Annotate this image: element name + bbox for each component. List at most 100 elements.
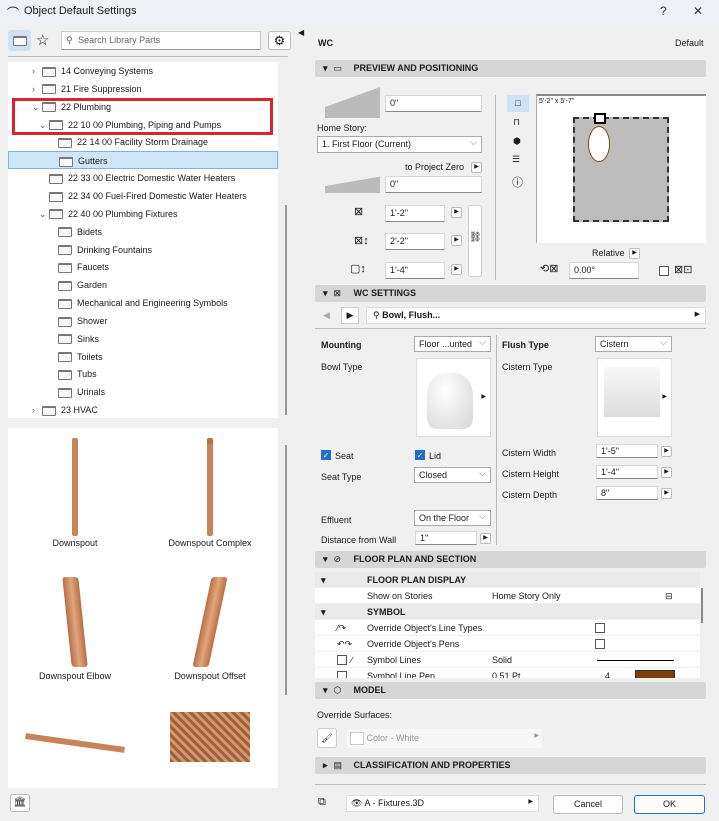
symbol-lines-checkbox[interactable]	[337, 655, 347, 665]
tree-item[interactable]: › 14 Conveying Systems	[8, 62, 278, 80]
bowl-type-picker[interactable]: ▶	[416, 358, 491, 437]
gallery-scrollbar[interactable]	[285, 445, 287, 695]
library-part-thumbnail[interactable]	[10, 565, 140, 670]
symbol-pen-checkbox[interactable]	[337, 671, 347, 678]
override-pens-checkbox[interactable]	[595, 639, 605, 649]
library-manager-button[interactable]: 🏛	[10, 794, 30, 812]
elevation-zero-input[interactable]: 0"	[385, 176, 482, 193]
show-on-stories-row[interactable]: Show on Stories Home Story Only ⊟	[315, 588, 700, 604]
elevation-input[interactable]: 0"	[385, 95, 482, 112]
depth-input[interactable]: 2'-2"	[385, 233, 445, 250]
section-preview-header[interactable]: ▾ ▭ PREVIEW AND POSITIONING	[315, 60, 706, 77]
layer-select[interactable]: 👁 A - Fixtures.3D ▶	[346, 795, 539, 812]
lid-checkbox[interactable]: ✓	[415, 450, 425, 460]
surface-select[interactable]: Color - White ▶	[347, 729, 542, 748]
override-pens-row[interactable]: ↶↷ Override Object's Pens	[315, 636, 700, 652]
tree-item[interactable]: Garden	[8, 276, 278, 294]
cistern-height-input[interactable]: 1'-4"	[596, 465, 658, 479]
folder-view-button[interactable]	[8, 30, 31, 51]
favorites-star-icon[interactable]: ☆	[36, 31, 49, 49]
info-button[interactable]: ⓘ	[512, 174, 523, 190]
prev-page-button[interactable]: ◀	[318, 307, 335, 324]
collapse-panel-arrow[interactable]: ◀	[298, 28, 304, 37]
library-part-thumbnail[interactable]	[10, 700, 140, 805]
page-select[interactable]: ⚲ Bowl, Flush... ▶	[366, 307, 706, 324]
tree-item[interactable]: Mechanical and Engineering Symbols	[8, 294, 278, 312]
angle-input[interactable]: 0.00°	[569, 262, 639, 279]
override-line-types-checkbox[interactable]	[595, 623, 605, 633]
width-arrow[interactable]: ▶	[451, 207, 462, 218]
section-wc-header[interactable]: ▾ ⊠ WC SETTINGS	[315, 285, 706, 302]
tree-item[interactable]: › 23 HVAC	[8, 401, 278, 419]
to-project-zero-arrow[interactable]: ▶	[471, 162, 482, 173]
cistern-height-arrow[interactable]: ▶	[661, 467, 672, 478]
tree-item[interactable]: Drinking Fountains	[8, 241, 278, 259]
section-floorplan-header[interactable]: ▾ ⊘ FLOOR PLAN AND SECTION	[315, 551, 706, 568]
floor-plan-display-group[interactable]: ▾ FLOOR PLAN DISPLAY	[315, 572, 700, 588]
tree-item[interactable]: Toilets	[8, 348, 278, 366]
seat-type-select[interactable]: Closed	[414, 467, 491, 483]
preview-canvas[interactable]: 5'-2" x 5'-7"	[536, 94, 706, 243]
distance-input[interactable]: 1"	[415, 531, 477, 545]
effluent-select[interactable]: On the Floor	[414, 510, 491, 526]
chevron-icon[interactable]: ›	[32, 401, 40, 419]
cistern-type-picker[interactable]: ▶	[597, 358, 672, 437]
section-model-header[interactable]: ▾ ⬡ MODEL	[315, 682, 706, 699]
side-view-button[interactable]: ⊓	[513, 117, 520, 128]
mounting-select[interactable]: Floor ...unted	[414, 336, 491, 352]
tree-item[interactable]: Bidets	[8, 223, 278, 241]
chevron-icon[interactable]: ›	[32, 62, 40, 80]
section-view-button[interactable]: ☰	[512, 154, 520, 165]
override-line-types-row[interactable]: ⁄↷ Override Object's Line Types	[315, 620, 700, 636]
symbol-group[interactable]: ▾ SYMBOL	[315, 604, 700, 620]
library-part-thumbnail[interactable]	[145, 432, 275, 537]
next-page-button[interactable]: ▶	[341, 307, 359, 324]
seat-checkbox[interactable]: ✓	[321, 450, 331, 460]
height-arrow[interactable]: ▶	[451, 264, 462, 275]
relative-arrow[interactable]: ▶	[629, 248, 640, 259]
tree-item[interactable]: ⌄ 22 40 00 Plumbing Fixtures	[8, 205, 278, 223]
tree-item[interactable]: 22 33 00 Electric Domestic Water Heaters	[8, 169, 278, 187]
link-chain-button[interactable]: ⛓	[468, 205, 482, 277]
tree-item[interactable]: Faucets	[8, 258, 278, 276]
ok-button[interactable]: OK	[634, 795, 705, 814]
library-part-thumbnail[interactable]	[145, 700, 275, 805]
mirror-checkbox[interactable]	[659, 266, 669, 276]
symbol-lines-row[interactable]: ∕ Symbol Lines Solid	[315, 652, 700, 668]
tree-item[interactable]: Gutters	[8, 151, 278, 170]
tree-item[interactable]: Tubs	[8, 365, 278, 383]
pen-color-swatch[interactable]	[635, 670, 675, 678]
width-input[interactable]: 1'-2"	[385, 205, 445, 222]
cistern-depth-arrow[interactable]: ▶	[661, 488, 672, 499]
search-input[interactable]: ⚲ Search Library Parts	[61, 31, 261, 50]
tree-scrollbar[interactable]	[285, 205, 287, 415]
home-story-select[interactable]: 1. First Floor (Current)	[317, 136, 482, 153]
tree-item[interactable]: 22 14 00 Facility Storm Drainage	[8, 133, 278, 151]
section-classification-header[interactable]: ▸ ▤ CLASSIFICATION AND PROPERTIES	[315, 757, 706, 774]
cistern-width-input[interactable]: 1'-5"	[596, 444, 658, 458]
3d-view-button[interactable]: ⬢	[513, 136, 521, 147]
tree-item[interactable]: Sinks	[8, 330, 278, 348]
library-part-thumbnail[interactable]	[10, 432, 140, 537]
cistern-width-arrow[interactable]: ▶	[661, 446, 672, 457]
tree-item[interactable]: Urinals	[8, 383, 278, 401]
symbol-line-pen-row[interactable]: Symbol Line Pen 0.51 Pt 4	[315, 668, 700, 678]
cancel-button[interactable]: Cancel	[553, 795, 623, 814]
plan-view-button[interactable]: □	[507, 95, 529, 112]
close-button[interactable]: ✕	[693, 4, 703, 18]
depth-arrow[interactable]: ▶	[451, 235, 462, 246]
flush-type-select[interactable]: Cistern	[595, 336, 672, 352]
height-input[interactable]: 1'-4"	[385, 262, 445, 279]
override-surfaces-brush-button[interactable]: 🖌	[317, 728, 337, 748]
distance-arrow[interactable]: ▶	[480, 533, 491, 544]
chevron-icon[interactable]: ⌄	[39, 205, 47, 223]
tree-item[interactable]: › 21 Fire Suppression	[8, 80, 278, 98]
library-part-thumbnail[interactable]	[145, 565, 275, 670]
floorplan-scrollbar[interactable]	[701, 588, 703, 623]
tree-item[interactable]: Shower	[8, 312, 278, 330]
chevron-icon[interactable]: ›	[32, 80, 40, 98]
help-button[interactable]: ?	[660, 4, 667, 18]
tree-item[interactable]: 22 34 00 Fuel-Fired Domestic Water Heate…	[8, 187, 278, 205]
settings-gear-button[interactable]: ⚙	[268, 31, 291, 50]
cistern-depth-input[interactable]: 8"	[596, 486, 658, 500]
